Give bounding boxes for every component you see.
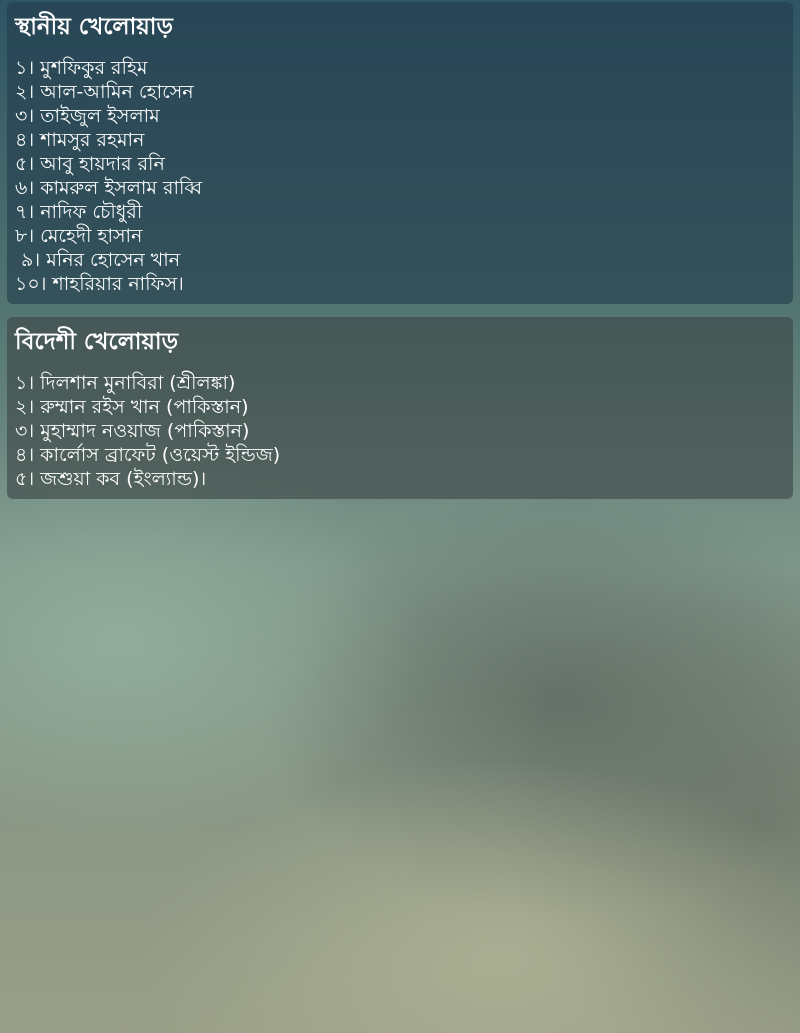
list-item: ২। আল-আমিন হোসেন bbox=[15, 81, 194, 103]
list-item: ৩। তাইজুল ইসলাম bbox=[15, 105, 160, 127]
list-item: ২। রুম্মান রইস খান (পাকিস্তান) bbox=[15, 396, 249, 418]
list-item: ১০। শাহরিয়ার নাফিস। bbox=[15, 273, 184, 295]
list-item: ৭। নাদিফ চৌধুরী bbox=[15, 201, 143, 223]
foreign-players-panel: বিদেশী খেলোয়াড় ১। দিলশান মুনাবিরা (শ্র… bbox=[7, 317, 793, 499]
local-players-panel: স্থানীয় খেলোয়াড় ১। মুশফিকুর রহিম ২। আ… bbox=[7, 2, 793, 304]
list-item: ৫। জশুয়া কব (ইংল্যান্ড)। bbox=[15, 468, 207, 490]
list-item: ৯। মনির হোসেন খান bbox=[15, 249, 181, 271]
list-item: ৪। কার্লোস ব্রাফেট (ওয়েস্ট ইন্ডিজ) bbox=[15, 444, 281, 466]
local-players-list: ১। মুশফিকুর রহিম ২। আল-আমিন হোসেন ৩। তাই… bbox=[15, 56, 785, 296]
list-item: ৫। আবু হায়দার রনি bbox=[15, 153, 165, 175]
list-item: ১। মুশফিকুর রহিম bbox=[15, 57, 148, 79]
list-item: ৬। কামরুল ইসলাম রাব্বি bbox=[15, 177, 203, 199]
list-item: ৮। মেহেদী হাসান bbox=[15, 225, 143, 247]
local-players-title: স্থানীয় খেলোয়াড় bbox=[15, 14, 173, 40]
foreign-players-title: বিদেশী খেলোয়াড় bbox=[15, 329, 179, 355]
list-item: ৪। শামসুর রহমান bbox=[15, 129, 145, 151]
foreign-players-list: ১। দিলশান মুনাবিরা (শ্রীলঙ্কা) ২। রুম্মা… bbox=[15, 371, 785, 491]
list-item: ৩। মুহাম্মাদ নওয়াজ (পাকিস্তান) bbox=[15, 420, 250, 442]
list-item: ১। দিলশান মুনাবিরা (শ্রীলঙ্কা) bbox=[15, 372, 236, 394]
